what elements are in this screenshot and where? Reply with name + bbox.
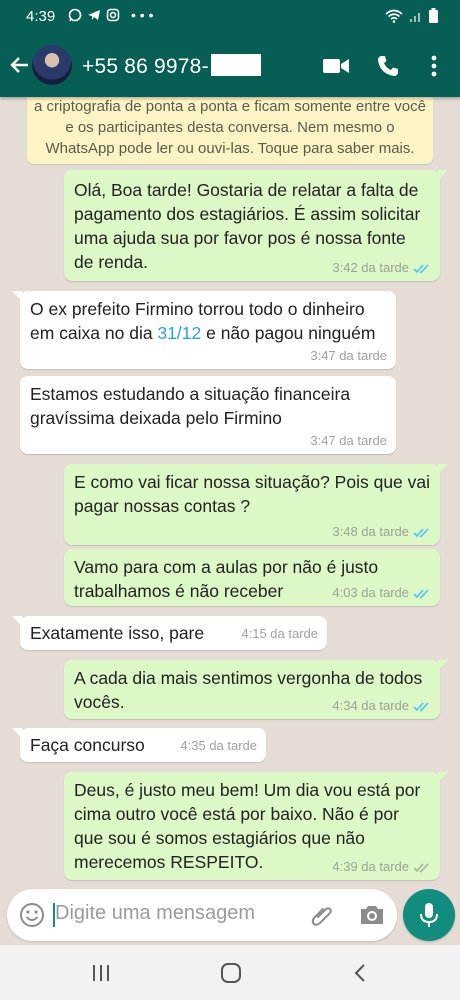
message-bubble-incoming[interactable]: Estamos estudando a situação financeira …	[20, 376, 396, 454]
message-bubble-incoming[interactable]: O ex prefeito Firmino torrou todo o dinh…	[12, 291, 396, 369]
message-time: 4:15 da tarde	[241, 626, 318, 641]
notification-icons: • • •	[68, 7, 153, 23]
menu-button[interactable]	[420, 52, 448, 80]
contact-name[interactable]: +55 86 9978-	[82, 54, 261, 79]
status-bar: 4:39 • • •	[0, 0, 460, 35]
read-ticks-icon	[413, 264, 429, 274]
message-bubble-outgoing[interactable]: E como vai ficar nossa situação? Pois qu…	[64, 464, 448, 545]
video-call-icon	[323, 59, 349, 73]
nav-back-button[interactable]	[345, 959, 375, 987]
message-bubble-outgoing[interactable]: A cada dia mais sentimos vergonha de tod…	[64, 660, 448, 719]
home-icon	[221, 963, 241, 983]
chat-header: +55 86 9978-	[0, 35, 460, 97]
message-time: 3:48 da tarde	[332, 524, 409, 539]
voice-call-button[interactable]	[374, 52, 402, 80]
message-time: 4:39 da tarde	[332, 859, 409, 874]
message-meta: 3:47 da tarde	[310, 348, 387, 364]
avatar[interactable]	[32, 45, 72, 85]
signal-icon	[410, 12, 420, 22]
more-vert-icon	[431, 55, 437, 77]
telegram-notification-icon	[88, 10, 100, 20]
message-text: E como vai ficar nossa situação? Pois qu…	[74, 472, 431, 516]
message-time: 4:35 da tarde	[180, 738, 257, 753]
message-time: 4:03 da tarde	[332, 585, 409, 600]
recent-apps-icon	[93, 965, 109, 981]
whatsapp-notification-icon	[68, 8, 82, 22]
message-time: 3:42 da tarde	[332, 260, 409, 275]
encryption-notice[interactable]: a criptografia de ponta a ponta e ficam …	[27, 97, 433, 164]
system-nav-bar	[0, 945, 460, 1000]
message-time: 4:34 da tarde	[332, 698, 409, 713]
back-arrow-icon[interactable]	[8, 53, 32, 77]
status-time: 4:39	[26, 8, 56, 25]
message-bubble-outgoing[interactable]: Olá, Boa tarde! Gostaria de relatar a fa…	[64, 170, 448, 281]
mic-icon	[420, 903, 438, 927]
message-meta: 3:48 da tarde	[332, 524, 431, 540]
message-meta: 4:03 da tarde	[332, 585, 431, 601]
message-time: 3:47 da tarde	[310, 433, 387, 448]
date-link[interactable]: 31/12	[157, 323, 201, 343]
message-meta: 4:39 da tarde	[332, 859, 431, 875]
more-notifications-icon: • • •	[131, 7, 154, 23]
message-meta: 4:15 da tarde	[241, 626, 318, 642]
read-ticks-icon	[413, 528, 429, 538]
message-input[interactable]: Digite uma mensagem	[55, 902, 255, 925]
camera-icon[interactable]	[359, 903, 385, 927]
delivered-ticks-icon	[413, 863, 429, 873]
attach-icon[interactable]	[309, 902, 335, 928]
message-time: 3:47 da tarde	[310, 348, 387, 363]
emoji-icon[interactable]	[19, 902, 45, 928]
video-call-button[interactable]	[322, 52, 350, 80]
contact-number: +55 86 9978-	[82, 55, 209, 78]
message-bubble-incoming[interactable]: Faça concurso 4:35 da tarde	[12, 728, 266, 762]
message-list[interactable]: a criptografia de ponta a ponta e ficam …	[0, 97, 460, 885]
message-bubble-outgoing[interactable]: Deus, é justo meu bem! Um dia vou está p…	[64, 772, 448, 880]
message-meta: 3:47 da tarde	[310, 433, 387, 449]
mic-button[interactable]	[403, 889, 455, 941]
home-button[interactable]	[216, 959, 246, 987]
message-composer: Digite uma mensagem	[7, 889, 397, 941]
message-bubble-incoming[interactable]: Exatamente isso, pare 4:15 da tarde	[12, 616, 327, 650]
nav-back-icon	[354, 964, 365, 982]
read-ticks-icon	[413, 702, 429, 712]
wifi-icon	[385, 9, 403, 23]
redaction-box	[210, 54, 261, 76]
message-meta: 4:35 da tarde	[180, 738, 257, 754]
message-meta: 4:34 da tarde	[332, 698, 431, 714]
message-text: Estamos estudando a situação financeira …	[30, 384, 351, 428]
message-bubble-outgoing[interactable]: Vamo para com a aulas por não é justo tr…	[64, 549, 440, 606]
recent-apps-button[interactable]	[86, 959, 116, 987]
battery-icon	[429, 8, 438, 23]
read-ticks-icon	[413, 589, 429, 599]
phone-icon	[378, 56, 398, 76]
message-meta: 3:42 da tarde	[332, 260, 431, 276]
system-icons	[385, 8, 438, 23]
instagram-notification-icon	[106, 8, 120, 22]
message-text: O ex prefeito Firmino torrou todo o dinh…	[30, 299, 376, 343]
